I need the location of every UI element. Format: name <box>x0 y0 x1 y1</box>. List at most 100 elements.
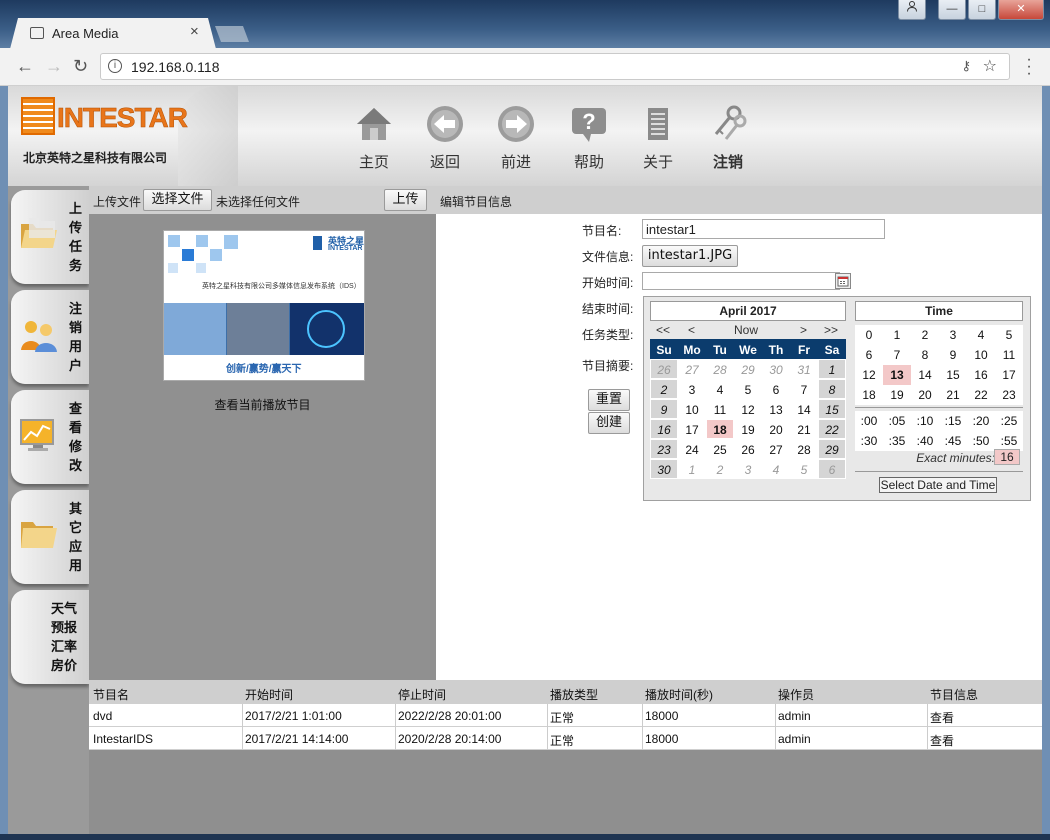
calendar-day[interactable]: 25 <box>706 439 734 459</box>
calendar-day[interactable]: 27 <box>762 439 790 459</box>
now-button[interactable]: Now <box>734 323 758 337</box>
hour-option[interactable]: 18 <box>855 385 883 405</box>
calendar-day[interactable]: 27 <box>678 359 706 379</box>
calendar-day[interactable]: 2 <box>650 379 678 399</box>
prev-month-button[interactable]: < <box>688 323 695 337</box>
browser-tab[interactable]: Area Media × <box>10 18 216 49</box>
minute-option[interactable]: :05 <box>883 411 911 431</box>
sidebar-item-weather-rates-prices[interactable]: 天气预报汇率房价 <box>11 590 89 684</box>
close-tab-icon[interactable]: × <box>190 23 199 40</box>
close-window-button[interactable]: ✕ <box>998 0 1044 20</box>
back-arrow-icon[interactable]: ← <box>16 56 34 77</box>
user-icon[interactable] <box>898 0 926 20</box>
hour-option[interactable]: 2 <box>911 325 939 345</box>
calendar-day[interactable]: 23 <box>650 439 678 459</box>
upload-button[interactable]: 上传 <box>384 189 427 211</box>
bookmark-star-icon[interactable]: ☆ <box>983 56 997 76</box>
calendar-day[interactable]: 17 <box>678 419 706 439</box>
hour-option[interactable]: 8 <box>911 345 939 365</box>
calendar-day[interactable]: 9 <box>650 399 678 419</box>
key-icon[interactable]: ⚷ <box>961 58 971 74</box>
hour-option[interactable]: 15 <box>939 365 967 385</box>
calendar-day[interactable]: 1 <box>678 459 706 479</box>
calendar-day[interactable]: 16 <box>650 419 678 439</box>
hour-option[interactable]: 23 <box>995 385 1023 405</box>
nav-logout[interactable]: 注销 <box>700 104 756 172</box>
calendar-day[interactable]: 31 <box>790 359 818 379</box>
calendar-day[interactable]: 24 <box>678 439 706 459</box>
nav-help[interactable]: ? 帮助 <box>561 104 617 172</box>
sidebar-item-logout-user[interactable]: 注销用户 <box>11 290 89 384</box>
hour-option[interactable]: 16 <box>967 365 995 385</box>
sidebar-item-view-edit[interactable]: 查看修改 <box>11 390 89 484</box>
calendar-day[interactable]: 10 <box>678 399 706 419</box>
minute-option[interactable]: :45 <box>939 431 967 451</box>
calendar-day[interactable]: 6 <box>818 459 846 479</box>
create-button[interactable]: 创建 <box>588 412 630 434</box>
hour-option[interactable]: 17 <box>995 365 1023 385</box>
choose-file-button[interactable]: 选择文件 <box>143 189 212 211</box>
minute-option[interactable]: :40 <box>911 431 939 451</box>
calendar-day[interactable]: 26 <box>734 439 762 459</box>
calendar-day[interactable]: 26 <box>650 359 678 379</box>
minute-option[interactable]: :35 <box>883 431 911 451</box>
calendar-day[interactable]: 12 <box>734 399 762 419</box>
view-program-link[interactable]: 查看 <box>930 732 954 749</box>
minute-option[interactable]: :30 <box>855 431 883 451</box>
hour-option[interactable]: 20 <box>911 385 939 405</box>
hour-option[interactable]: 6 <box>855 345 883 365</box>
calendar-day[interactable]: 4 <box>762 459 790 479</box>
sidebar-item-upload-task[interactable]: 上传任务 <box>11 190 89 284</box>
hour-option[interactable]: 21 <box>939 385 967 405</box>
hour-option[interactable]: 0 <box>855 325 883 345</box>
calendar-day[interactable]: 4 <box>706 379 734 399</box>
calendar-day[interactable]: 18 <box>706 419 734 439</box>
nav-home[interactable]: 主页 <box>346 104 402 172</box>
calendar-day[interactable]: 19 <box>734 419 762 439</box>
next-year-button[interactable]: >> <box>824 323 838 337</box>
program-thumbnail[interactable]: 英特之星 INTESTAR 英特之星科技有限公司多媒体信息发布系统（IDS） 创… <box>163 230 365 381</box>
reload-icon[interactable]: ↻ <box>73 56 88 77</box>
calendar-day[interactable]: 14 <box>790 399 818 419</box>
calendar-day[interactable]: 8 <box>818 379 846 399</box>
reset-button[interactable]: 重置 <box>588 389 630 411</box>
calendar-day[interactable]: 5 <box>734 379 762 399</box>
start-time-input[interactable] <box>642 272 840 290</box>
view-program-link[interactable]: 查看 <box>930 709 954 726</box>
minute-option[interactable]: :50 <box>967 431 995 451</box>
minute-option[interactable]: :10 <box>911 411 939 431</box>
calendar-day[interactable]: 6 <box>762 379 790 399</box>
nav-about[interactable]: 关于 <box>630 104 686 172</box>
calendar-day[interactable]: 20 <box>762 419 790 439</box>
view-current-program-link[interactable]: 查看当前播放节目 <box>89 396 436 413</box>
calendar-day[interactable]: 30 <box>762 359 790 379</box>
hour-option[interactable]: 19 <box>883 385 911 405</box>
new-tab-button[interactable] <box>215 26 249 42</box>
calendar-day[interactable]: 13 <box>762 399 790 419</box>
nav-back[interactable]: 返回 <box>417 104 473 172</box>
calendar-picker-icon[interactable] <box>835 273 851 289</box>
calendar-day[interactable]: 30 <box>650 459 678 479</box>
minute-option[interactable]: :00 <box>855 411 883 431</box>
calendar-day[interactable]: 7 <box>790 379 818 399</box>
minute-option[interactable]: :15 <box>939 411 967 431</box>
calendar-day[interactable]: 28 <box>790 439 818 459</box>
menu-icon[interactable]: · · · <box>1026 52 1032 82</box>
nav-forward[interactable]: 前进 <box>488 104 544 172</box>
hour-option[interactable]: 7 <box>883 345 911 365</box>
calendar-day[interactable]: 11 <box>706 399 734 419</box>
hour-option[interactable]: 9 <box>939 345 967 365</box>
hour-option[interactable]: 5 <box>995 325 1023 345</box>
minute-option[interactable]: :20 <box>967 411 995 431</box>
maximize-button[interactable]: □ <box>968 0 996 20</box>
next-month-button[interactable]: > <box>800 323 807 337</box>
minimize-button[interactable]: — <box>938 0 966 20</box>
calendar-day[interactable]: 3 <box>734 459 762 479</box>
prev-year-button[interactable]: << <box>656 323 670 337</box>
calendar-day[interactable]: 22 <box>818 419 846 439</box>
hour-option[interactable]: 3 <box>939 325 967 345</box>
exact-minutes-input[interactable]: 16 <box>994 449 1020 465</box>
sidebar-item-other-apps[interactable]: 其它应用 <box>11 490 89 584</box>
info-icon[interactable]: i <box>108 59 122 73</box>
program-name-input[interactable]: intestar1 <box>642 219 885 239</box>
